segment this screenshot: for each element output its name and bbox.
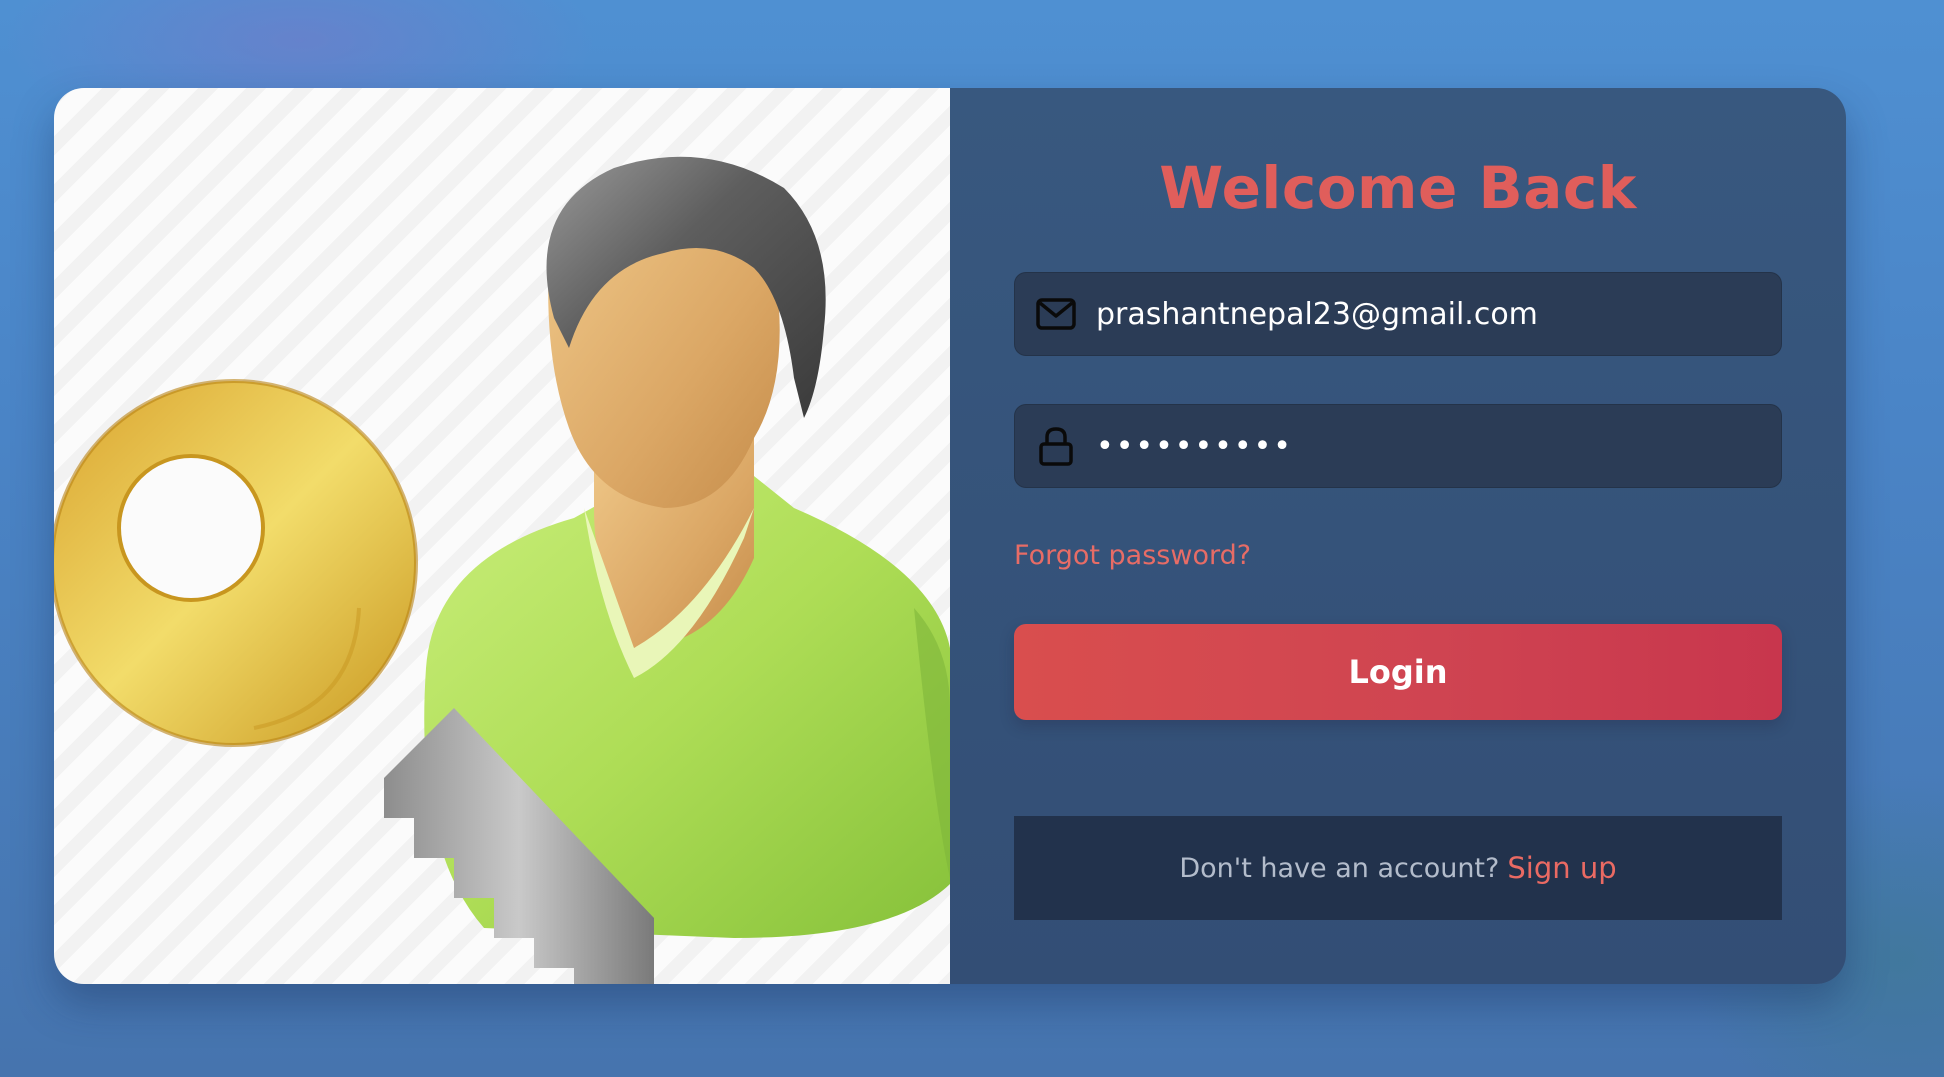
login-illustration xyxy=(54,88,950,984)
login-card: Welcome Back Forgot password? Login xyxy=(54,88,1846,984)
login-button[interactable]: Login xyxy=(1014,624,1782,720)
envelope-icon xyxy=(1036,294,1076,334)
login-panel: Welcome Back Forgot password? Login xyxy=(950,88,1846,984)
email-input[interactable] xyxy=(1076,272,1782,356)
page-title: Welcome Back xyxy=(1159,154,1637,222)
user-with-key-icon xyxy=(54,156,950,984)
signup-link[interactable]: Sign up xyxy=(1507,851,1616,885)
forgot-password-link[interactable]: Forgot password? xyxy=(1014,540,1251,571)
password-field[interactable] xyxy=(1014,404,1782,488)
lock-icon xyxy=(1036,426,1076,466)
email-field[interactable] xyxy=(1014,272,1782,356)
password-input[interactable] xyxy=(1076,404,1782,488)
signup-prompt: Don't have an account? Sign up xyxy=(1014,816,1782,920)
signup-prompt-text: Don't have an account? xyxy=(1179,852,1500,884)
